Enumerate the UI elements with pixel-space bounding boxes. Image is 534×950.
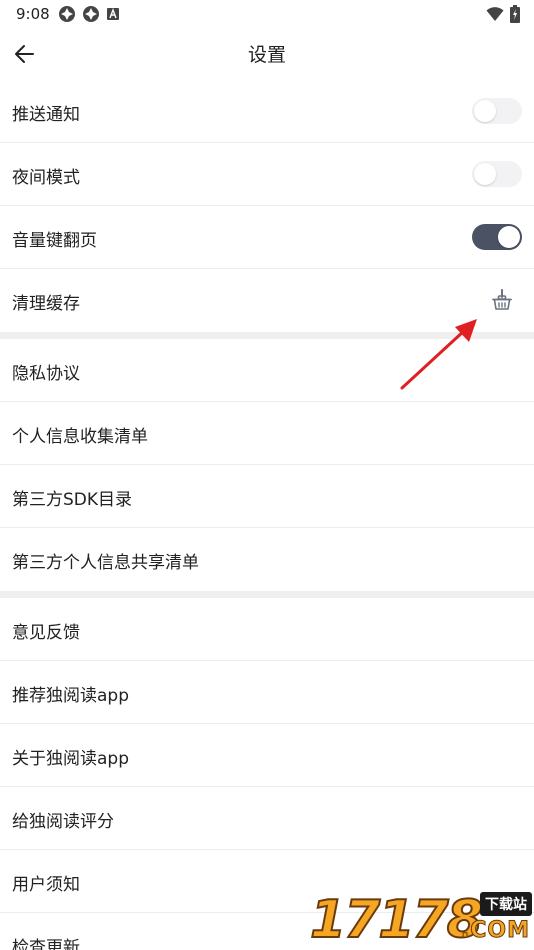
setting-label: 个人信息收集清单: [12, 427, 148, 447]
setting-label: 音量键翻页: [12, 231, 97, 251]
group-divider: [0, 591, 534, 598]
setting-row-about-app[interactable]: 关于独阅读app: [0, 724, 534, 787]
setting-row-third-party-sdk-list[interactable]: 第三方SDK目录: [0, 465, 534, 528]
setting-row-recommend-app[interactable]: 推荐独阅读app: [0, 661, 534, 724]
broom-basket-icon[interactable]: [490, 288, 514, 312]
toggle-knob: [474, 163, 496, 185]
volume-key-page-turn-toggle[interactable]: [472, 224, 522, 250]
setting-row-privacy-agreement[interactable]: 隐私协议: [0, 339, 534, 402]
toggle-knob: [474, 100, 496, 122]
setting-row-feedback[interactable]: 意见反馈: [0, 598, 534, 661]
toggle-knob: [498, 226, 520, 248]
status-icons-right: [486, 5, 520, 23]
setting-row-rate-app[interactable]: 给独阅读评分: [0, 787, 534, 850]
page-title: 设置: [247, 44, 286, 66]
setting-label: 推送通知: [12, 105, 80, 125]
setting-row-push-notification[interactable]: 推送通知: [0, 80, 534, 143]
setting-row-third-party-info-sharing-list[interactable]: 第三方个人信息共享清单: [0, 528, 534, 591]
app-notification-icon: [83, 6, 99, 22]
status-bar: 9:08: [0, 0, 534, 28]
status-time: 9:08: [16, 5, 50, 23]
settings-list: 推送通知 夜间模式 音量键翻页 清理缓存 隐私协议 个人信息收集清单 第三方SD…: [0, 80, 534, 950]
setting-row-volume-key-page-turn[interactable]: 音量键翻页: [0, 206, 534, 269]
setting-label: 检查更新: [12, 938, 80, 950]
setting-row-check-update[interactable]: 检查更新: [0, 913, 534, 950]
setting-label: 第三方个人信息共享清单: [12, 553, 199, 573]
setting-label: 关于独阅读app: [12, 749, 129, 769]
setting-label: 给独阅读评分: [12, 812, 114, 832]
night-mode-toggle[interactable]: [472, 161, 522, 187]
a-badge-icon: [107, 8, 119, 20]
setting-row-personal-info-collection-list[interactable]: 个人信息收集清单: [0, 402, 534, 465]
status-icons-left: [58, 5, 120, 23]
push-notification-toggle[interactable]: [472, 98, 522, 124]
app-notification-icon: [59, 6, 75, 22]
battery-charging-icon: [510, 5, 520, 23]
app-header: 设置: [0, 28, 534, 80]
setting-row-clear-cache[interactable]: 清理缓存: [0, 269, 534, 332]
group-divider: [0, 332, 534, 339]
setting-label: 清理缓存: [12, 294, 80, 314]
setting-label: 推荐独阅读app: [12, 686, 129, 706]
setting-label: 第三方SDK目录: [12, 490, 133, 510]
setting-row-night-mode[interactable]: 夜间模式: [0, 143, 534, 206]
setting-label: 隐私协议: [12, 364, 80, 384]
setting-label: 用户须知: [12, 875, 80, 895]
setting-label: 意见反馈: [12, 623, 80, 643]
setting-row-user-notice[interactable]: 用户须知: [0, 850, 534, 913]
wifi-icon: [486, 7, 504, 21]
setting-label: 夜间模式: [12, 168, 80, 188]
